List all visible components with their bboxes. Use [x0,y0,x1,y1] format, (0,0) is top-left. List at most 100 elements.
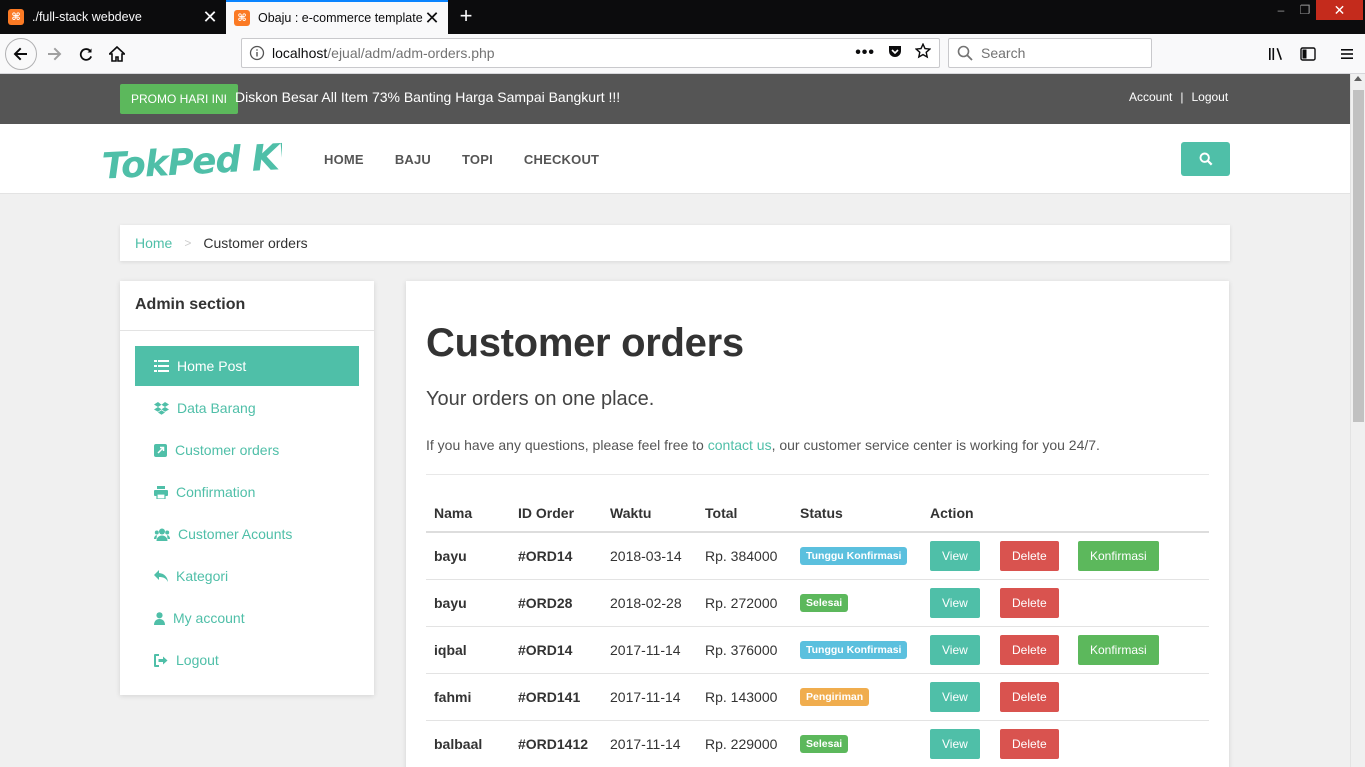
cell-delete: Delete [992,672,1070,720]
cell-view: View [922,532,992,579]
status-badge: Selesai [800,735,849,754]
breadcrumb: Home > Customer orders [120,225,1230,261]
scroll-up-arrow-icon[interactable] [1354,76,1362,81]
cell-view: View [922,578,992,626]
delete-button[interactable]: Delete [1000,728,1059,759]
cell-waktu: 2017-11-14 [602,625,697,673]
promo-label[interactable]: PROMO HARI INI [120,84,239,114]
column-header-waktu: Waktu [602,505,697,533]
cell-konfirmasi: Konfirmasi [1070,625,1209,673]
close-tab-icon[interactable]: ✕ [202,8,218,26]
cell-nama: bayu [434,547,467,564]
sidebar-item-home-post[interactable]: Home Post [135,346,359,386]
print-icon [154,485,168,499]
hamburger-menu-icon[interactable] [1333,40,1361,68]
url-text[interactable]: localhost/ejual/adm/adm-orders.php [272,45,855,61]
scrollbar-thumb[interactable] [1353,90,1364,422]
external-link-icon [154,443,167,457]
cell-status: Selesai [792,578,922,626]
cell-waktu: 2018-02-28 [602,578,697,626]
view-button[interactable]: View [930,540,980,571]
view-button[interactable]: View [930,634,980,665]
delete-button[interactable]: Delete [1000,681,1059,712]
list-icon [154,360,169,372]
xampp-favicon-icon: ⌘ [234,10,250,26]
bookmark-star-icon[interactable] [914,42,932,64]
table-header-row: Nama ID Order Waktu Total Status Action [426,505,1209,533]
sidebar-item-customer-acounts[interactable]: Customer Acounts [135,514,359,554]
reload-icon[interactable] [72,40,100,68]
browser-tab[interactable]: ⌘ ./full-stack webdeve ✕ [0,0,226,34]
table-row: bayu #ORD28 2018-02-28 Rp. 272000 Selesai Vie… [426,578,1209,626]
logout-link[interactable]: Logout [1191,90,1228,104]
search-icon [957,45,973,61]
home-icon[interactable] [103,40,131,68]
page-actions-icon[interactable]: ••• [855,44,875,62]
konfirmasi-button[interactable]: Konfirmasi [1078,540,1159,571]
site-search-button[interactable] [1181,142,1230,176]
cell-delete: Delete [992,578,1070,626]
menu-item-topi[interactable]: TOPI [462,152,493,167]
browser-tab-active[interactable]: ⌘ Obaju : e-commerce template ✕ [226,0,448,34]
back-arrow-icon[interactable] [5,38,37,70]
page-info-text: If you have any questions, please feel f… [426,437,1100,453]
cell-total: Rp. 229000 [697,719,792,767]
contact-us-link[interactable]: contact us [708,437,772,453]
tab-title: Obaju : e-commerce template [258,11,423,25]
table-row: bayu #ORD14 2018-03-14 Rp. 384000 Tunggu Kon… [426,532,1209,579]
delete-button[interactable]: Delete [1000,634,1059,665]
table-row: balbaal #ORD1412 2017-11-14 Rp. 229000 Seles… [426,719,1209,767]
minimize-window-icon[interactable]: – [1268,0,1294,20]
maximize-window-icon[interactable]: ❐ [1292,0,1318,20]
browser-toolbar: localhost/ejual/adm/adm-orders.php ••• S… [0,34,1365,74]
sidebar-item-label: Customer orders [175,442,280,458]
new-tab-icon[interactable]: + [452,2,480,32]
url-bar[interactable]: localhost/ejual/adm/adm-orders.php ••• [241,38,940,68]
breadcrumb-home-link[interactable]: Home [135,235,172,251]
main-menu: HOME BAJU TOPI CHECKOUT [324,152,630,167]
view-button[interactable]: View [930,728,980,759]
pocket-icon[interactable] [887,43,903,64]
sidebar-item-confirmation[interactable]: Confirmation [135,472,359,512]
sidebar-item-logout[interactable]: Logout [135,640,359,680]
cell-id-order: #ORD14 [510,625,602,673]
cell-total: Rp. 384000 [705,547,778,564]
close-window-icon[interactable]: ✕ [1316,0,1363,20]
konfirmasi-button[interactable]: Konfirmasi [1078,634,1159,665]
cell-view: View [922,672,992,720]
close-tab-icon[interactable]: ✕ [424,9,440,27]
page-scrollbar[interactable] [1350,74,1365,767]
account-link[interactable]: Account [1129,90,1172,104]
sidebar-item-kategori[interactable]: Kategori [135,556,359,596]
library-icon[interactable] [1262,40,1290,68]
sidebar-title: Admin section [120,281,374,331]
delete-button[interactable]: Delete [1000,540,1059,571]
column-header-id-order: ID Order [510,505,602,533]
cell-delete: Delete [992,532,1070,579]
cell-konfirmasi [1070,578,1209,626]
cell-total: Rp. 272000 [697,578,792,626]
delete-button[interactable]: Delete [1000,587,1059,618]
page-viewport: PROMO HARI INI Diskon Besar All Item 73%… [0,74,1350,767]
cell-id-order: #ORD28 [510,578,602,626]
user-icon [154,611,165,625]
sidebar-item-data-barang[interactable]: Data Barang [135,388,359,428]
breadcrumb-current: Customer orders [203,235,308,251]
menu-item-baju[interactable]: BAJU [395,152,431,167]
forward-arrow-icon[interactable] [40,40,68,68]
menu-item-home[interactable]: HOME [324,152,364,167]
promo-text: Diskon Besar All Item 73% Banting Harga … [235,89,621,105]
site-info-icon[interactable] [242,45,272,61]
menu-item-checkout[interactable]: CHECKOUT [524,152,599,167]
table-row: iqbal #ORD14 2017-11-14 Rp. 376000 Tunggu Ko… [426,625,1209,673]
search-icon [1199,152,1212,166]
column-header-action: Action [922,505,1209,533]
site-logo[interactable]: TokPed KW [100,130,321,199]
sidebar-item-my-account[interactable]: My account [135,598,359,638]
sidebar-toggle-icon[interactable] [1294,40,1322,68]
sidebar-item-customer-orders[interactable]: Customer orders [135,430,359,470]
view-button[interactable]: View [930,681,980,712]
cell-status: Tunggu Konfirmasi [792,532,922,579]
view-button[interactable]: View [930,587,980,618]
browser-search-input[interactable]: Search [948,38,1152,68]
